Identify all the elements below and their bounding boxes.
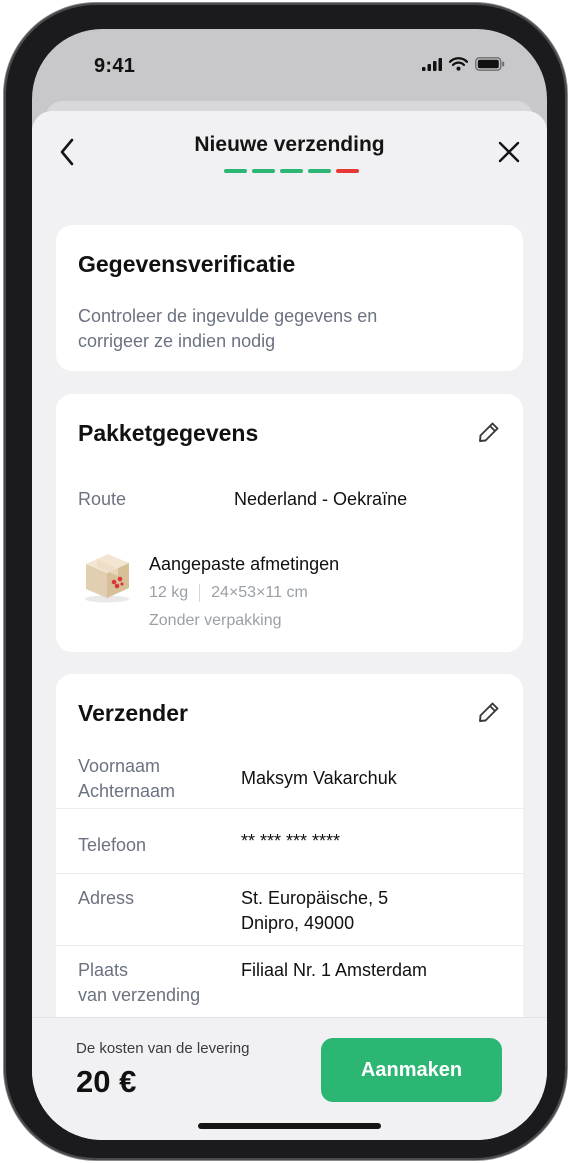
value-line1: Maksym Vakarchuk bbox=[241, 768, 397, 788]
battery-icon bbox=[475, 57, 505, 71]
row-value: St. Europäische, 5 Dnipro, 49000 bbox=[241, 886, 388, 936]
sender-row-location: Plaats van verzending Filiaal Nr. 1 Amst… bbox=[56, 945, 523, 1025]
value-line1: ** *** *** **** bbox=[241, 831, 341, 851]
step-2 bbox=[252, 169, 275, 173]
close-icon bbox=[498, 141, 520, 163]
package-card: Pakketgegevens Route Nederland - Oekraïn… bbox=[56, 394, 523, 652]
edit-package-button[interactable] bbox=[475, 418, 503, 446]
status-icons bbox=[422, 57, 505, 71]
row-value: ** *** *** **** bbox=[241, 829, 340, 854]
status-time: 9:41 bbox=[94, 55, 136, 77]
footer-bar: De kosten van de levering 20 € Aanmaken bbox=[32, 1017, 547, 1140]
route-label: Route bbox=[78, 489, 127, 509]
step-3 bbox=[280, 169, 303, 173]
package-size-title: Aangepaste afmetingen bbox=[149, 554, 340, 574]
verification-title: Gegevensverificatie bbox=[78, 251, 296, 277]
package-meta: 12 kg 24×53×11 cm bbox=[149, 584, 308, 602]
verification-description-line1: Controleer de ingevulde gegevens en bbox=[78, 306, 378, 326]
meta-divider bbox=[199, 584, 201, 602]
phone-frame: 9:41 Nieuwe verzending Gegevensverificat… bbox=[4, 3, 567, 1160]
sender-card: Verzender Voornaam Achternaam Maksym Vak… bbox=[56, 674, 523, 1074]
sender-row-phone: Telefoon ** *** *** **** bbox=[56, 808, 523, 873]
delivery-cost-label: De kosten van de levering bbox=[76, 1040, 250, 1057]
signal-icon bbox=[422, 57, 442, 71]
label-line1: Voornaam bbox=[78, 756, 161, 776]
step-5 bbox=[336, 169, 359, 173]
value-line2: Dnipro, 49000 bbox=[241, 913, 355, 933]
step-4 bbox=[308, 169, 331, 173]
label-line1: Telefoon bbox=[78, 835, 147, 855]
close-button[interactable] bbox=[493, 135, 525, 169]
screen: 9:41 Nieuwe verzending Gegevensverificat… bbox=[32, 29, 547, 1140]
package-box-icon bbox=[85, 554, 129, 603]
label-line2: van verzending bbox=[78, 985, 201, 1005]
edit-pencil-icon bbox=[479, 422, 499, 442]
row-label: Voornaam Achternaam bbox=[78, 754, 175, 804]
row-label: Plaats van verzending bbox=[78, 958, 200, 1008]
nav-bar: Nieuwe verzending bbox=[32, 111, 547, 191]
row-label: Telefoon bbox=[78, 833, 146, 858]
sender-row-address: Adress St. Europäische, 5 Dnipro, 49000 bbox=[56, 873, 523, 945]
verification-description: Controleer de ingevulde gegevens en corr… bbox=[78, 304, 501, 354]
step-1 bbox=[224, 169, 247, 173]
package-weight: 12 kg bbox=[149, 584, 189, 601]
package-title: Pakketgegevens bbox=[78, 420, 259, 446]
create-button[interactable]: Aanmaken bbox=[321, 1038, 502, 1102]
verification-card: Gegevensverificatie Controleer de ingevu… bbox=[56, 225, 523, 371]
value-line1: St. Europäische, 5 bbox=[241, 888, 389, 908]
label-line2: Achternaam bbox=[78, 781, 176, 801]
row-value: Maksym Vakarchuk bbox=[241, 766, 397, 791]
label-line1: Adress bbox=[78, 888, 135, 908]
page-title: Nieuwe verzending bbox=[194, 133, 385, 156]
value-line1: Filiaal Nr. 1 Amsterdam bbox=[241, 960, 428, 980]
status-bar: 9:41 bbox=[32, 29, 547, 99]
wifi-icon bbox=[449, 57, 468, 71]
edit-pencil-icon bbox=[479, 702, 499, 722]
edit-sender-button[interactable] bbox=[475, 698, 503, 726]
package-dimensions: 24×53×11 cm bbox=[211, 584, 308, 601]
package-packaging: Zonder verpakking bbox=[149, 612, 282, 629]
step-indicator bbox=[224, 169, 359, 173]
row-value: Filiaal Nr. 1 Amsterdam bbox=[241, 958, 427, 983]
verification-description-line2: corrigeer ze indien nodig bbox=[78, 331, 276, 351]
delivery-cost-value: 20 € bbox=[76, 1064, 137, 1099]
row-label: Adress bbox=[78, 886, 134, 911]
home-indicator bbox=[198, 1123, 381, 1129]
sender-title: Verzender bbox=[78, 700, 188, 726]
label-line1: Plaats bbox=[78, 960, 129, 980]
route-value: Nederland - Oekraïne bbox=[234, 489, 408, 509]
shipment-sheet: Nieuwe verzending Gegevensverificatie Co… bbox=[32, 111, 547, 1140]
sender-row-name: Voornaam Achternaam Maksym Vakarchuk bbox=[56, 744, 523, 808]
